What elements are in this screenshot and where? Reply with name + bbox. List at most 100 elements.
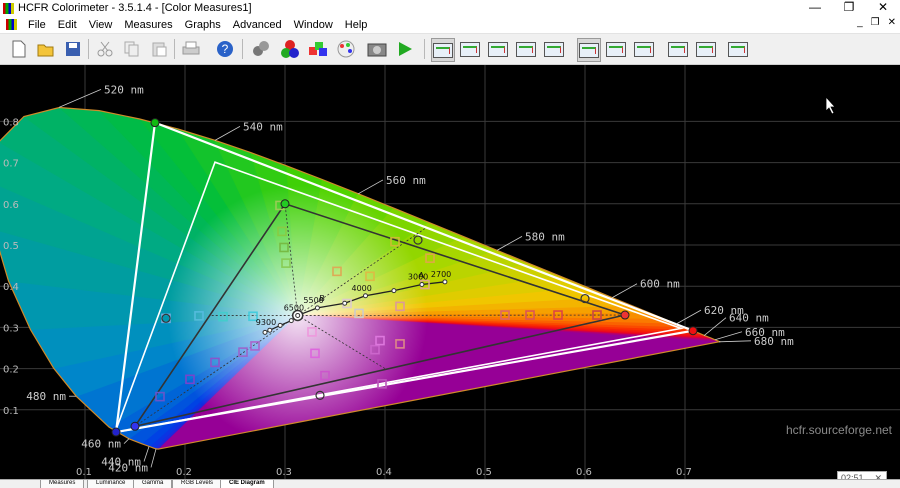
x-tick-label: 0.3 bbox=[276, 467, 292, 478]
camera-icon[interactable] bbox=[366, 38, 388, 60]
credit-text: hcfr.sourceforge.net bbox=[786, 423, 892, 437]
view-near-white-icon[interactable] bbox=[633, 38, 655, 60]
wavelength-leader-line bbox=[719, 341, 751, 342]
copy-icon[interactable] bbox=[121, 38, 143, 60]
wavelength-label: 680 nm bbox=[754, 335, 794, 348]
wavelength-label: 460 nm bbox=[81, 438, 121, 451]
cut-scissors-icon[interactable] bbox=[94, 38, 116, 60]
restore-button[interactable]: ❐ bbox=[832, 0, 866, 16]
view-free-measures-icon[interactable] bbox=[667, 38, 689, 60]
wavelength-leader-line bbox=[59, 89, 101, 107]
toolbar: ? bbox=[0, 34, 900, 65]
primary-marker bbox=[689, 327, 697, 335]
primary-marker bbox=[281, 200, 289, 208]
x-tick-label: 0.5 bbox=[476, 467, 492, 478]
menu-bar: File Edit View Measures Graphs Advanced … bbox=[0, 16, 900, 34]
sensor-settings-icon[interactable] bbox=[250, 38, 272, 60]
wavelength-label: 600 nm bbox=[640, 278, 680, 291]
color-swatches-icon[interactable] bbox=[307, 38, 329, 60]
color-temp-label: 6500 bbox=[284, 303, 304, 312]
y-tick-label: 0.7 bbox=[3, 159, 19, 170]
paste-icon[interactable] bbox=[148, 38, 170, 60]
menu-edit[interactable]: Edit bbox=[52, 19, 83, 31]
planck-marker bbox=[443, 280, 447, 284]
print-icon[interactable] bbox=[180, 38, 202, 60]
color-temp-label: B bbox=[319, 294, 325, 303]
wavelength-label: 480 nm bbox=[26, 390, 66, 403]
menu-measures[interactable]: Measures bbox=[118, 19, 178, 31]
menu-help[interactable]: Help bbox=[339, 19, 374, 31]
planck-marker bbox=[364, 294, 368, 298]
y-tick-label: 0.1 bbox=[3, 406, 19, 417]
wavelength-leader-line bbox=[676, 310, 701, 324]
planck-marker bbox=[315, 306, 319, 310]
menu-view[interactable]: View bbox=[83, 19, 119, 31]
wavelength-leader-line bbox=[144, 446, 149, 461]
view-luminance-icon[interactable] bbox=[543, 38, 565, 60]
app-icon bbox=[3, 3, 14, 14]
primary-marker bbox=[131, 422, 139, 430]
planck-marker bbox=[268, 328, 272, 332]
planck-marker bbox=[343, 301, 347, 305]
primary-marker bbox=[151, 119, 159, 127]
view-monitor-icon[interactable] bbox=[727, 38, 749, 60]
y-tick-label: 0.4 bbox=[3, 282, 19, 293]
menu-advanced[interactable]: Advanced bbox=[227, 19, 288, 31]
x-tick-label: 0.1 bbox=[76, 467, 92, 478]
help-icon[interactable]: ? bbox=[214, 38, 236, 60]
menu-graphs[interactable]: Graphs bbox=[179, 19, 227, 31]
y-tick-label: 0.3 bbox=[3, 323, 19, 334]
y-tick-label: 0.6 bbox=[3, 200, 19, 211]
view-color-temp-icon[interactable] bbox=[577, 38, 601, 62]
mouse-cursor-icon bbox=[826, 97, 835, 114]
view-near-black-icon[interactable] bbox=[605, 38, 627, 60]
primary-marker bbox=[112, 428, 120, 436]
play-measure-icon[interactable] bbox=[394, 38, 416, 60]
open-folder-icon[interactable] bbox=[35, 38, 57, 60]
view-saturation-icon[interactable] bbox=[515, 38, 537, 60]
x-tick-label: 0.4 bbox=[376, 467, 392, 478]
menu-window[interactable]: Window bbox=[288, 19, 339, 31]
wavelength-leader-line bbox=[151, 449, 156, 468]
mdi-close-button[interactable]: ✕ bbox=[888, 17, 896, 28]
menu-file[interactable]: File bbox=[22, 19, 52, 31]
close-button[interactable]: ✕ bbox=[866, 0, 900, 16]
view-spectrum-icon[interactable] bbox=[695, 38, 717, 60]
svg-text:?: ? bbox=[222, 42, 229, 56]
planck-marker bbox=[278, 323, 282, 327]
wavelength-label: 580 nm bbox=[525, 230, 565, 243]
minimize-button[interactable]: — bbox=[798, 0, 832, 16]
cie-chart-svg: 0.10.20.30.40.50.60.70.10.20.30.40.50.60… bbox=[0, 65, 900, 479]
color-temp-label: 9300 bbox=[256, 318, 276, 327]
color-palette-icon[interactable] bbox=[335, 38, 357, 60]
wavelength-leader-line bbox=[124, 439, 129, 444]
planck-marker bbox=[263, 330, 267, 334]
wavelength-label: 540 nm bbox=[243, 120, 283, 133]
wavelength-leader-line bbox=[715, 332, 742, 340]
wavelength-leader-line bbox=[215, 126, 240, 140]
planck-marker bbox=[420, 283, 424, 287]
window-title: HCFR Colorimeter - 3.5.1.4 - [Color Meas… bbox=[18, 2, 252, 14]
view-gamma-icon[interactable] bbox=[459, 38, 481, 60]
planck-marker bbox=[392, 289, 396, 293]
mdi-minimize-button[interactable]: _ bbox=[857, 17, 863, 28]
view-rgb-icon[interactable] bbox=[487, 38, 509, 60]
wavelength-leader-line bbox=[497, 236, 522, 250]
y-tick-label: 0.8 bbox=[3, 117, 19, 128]
x-tick-label: 0.6 bbox=[576, 467, 592, 478]
new-document-icon[interactable] bbox=[8, 38, 30, 60]
wavelength-label: 520 nm bbox=[104, 83, 144, 96]
wavelength-label: 560 nm bbox=[386, 174, 426, 187]
cie-diagram: 0.10.20.30.40.50.60.70.10.20.30.40.50.60… bbox=[0, 65, 900, 479]
planck-marker bbox=[296, 313, 300, 317]
color-temp-label: A bbox=[419, 271, 425, 280]
save-disk-icon[interactable] bbox=[62, 38, 84, 60]
rgb-balls-icon[interactable] bbox=[279, 38, 301, 60]
wavelength-leader-line bbox=[358, 180, 383, 194]
x-tick-label: 0.7 bbox=[676, 467, 692, 478]
document-icon[interactable] bbox=[6, 19, 17, 30]
view-cie-icon[interactable] bbox=[431, 38, 455, 62]
color-temp-label: 2700 bbox=[431, 270, 451, 279]
y-tick-label: 0.5 bbox=[3, 241, 19, 252]
mdi-restore-button[interactable]: ❐ bbox=[871, 17, 880, 28]
